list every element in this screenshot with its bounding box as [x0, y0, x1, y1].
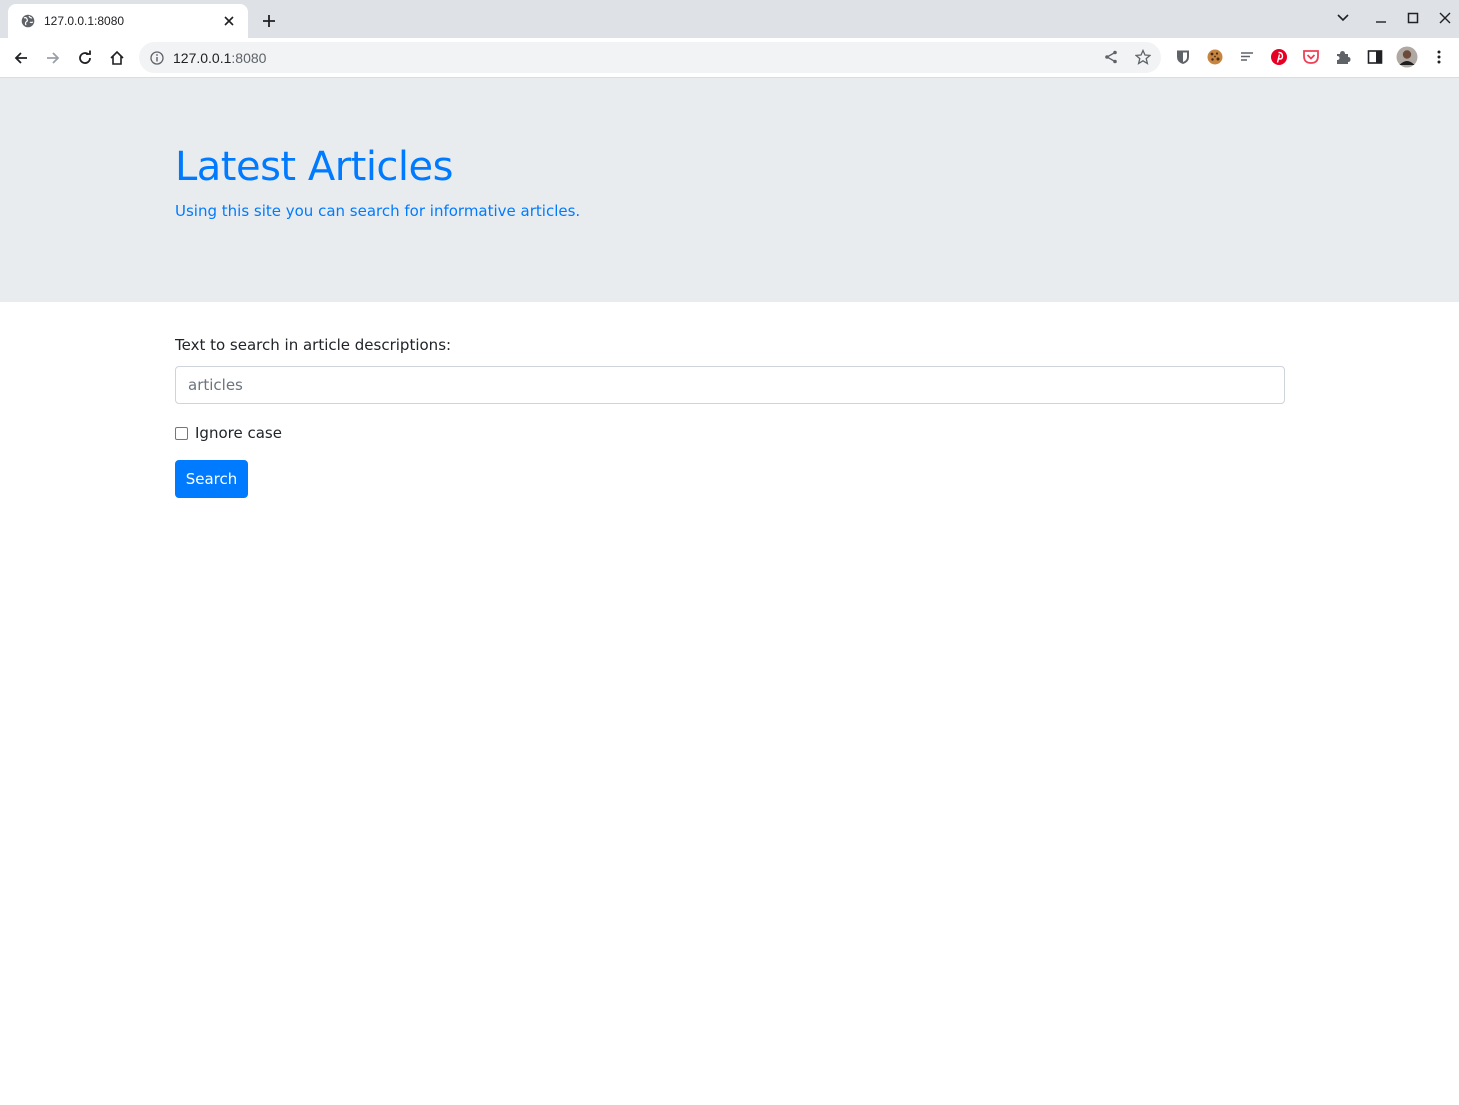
search-label: Text to search in article descriptions: — [175, 336, 452, 354]
side-panel-icon[interactable] — [1363, 45, 1387, 69]
minimize-icon[interactable] — [1369, 6, 1393, 30]
browser-toolbar: 127.0.0.1:8080 — [0, 38, 1459, 78]
pocket-icon[interactable] — [1299, 45, 1323, 69]
url-host: 127.0.0.1 — [173, 49, 232, 66]
page-subtitle: Using this site you can search for infor… — [175, 202, 581, 220]
bitwarden-icon[interactable] — [1171, 45, 1195, 69]
star-icon[interactable] — [1131, 45, 1155, 69]
url-text: 127.0.0.1:8080 — [173, 50, 266, 66]
globe-icon — [20, 13, 36, 29]
reader-icon[interactable] — [1235, 45, 1259, 69]
pinterest-icon[interactable] — [1267, 45, 1291, 69]
url-port: :8080 — [231, 49, 267, 66]
share-icon[interactable] — [1099, 45, 1123, 69]
search-form: Text to search in article descriptions: … — [175, 336, 1285, 498]
menu-icon[interactable] — [1427, 45, 1451, 69]
cookie-icon[interactable] — [1203, 45, 1227, 69]
close-icon[interactable] — [220, 12, 238, 30]
jumbotron: Latest Articles Using this site you can … — [0, 78, 1459, 302]
back-icon[interactable] — [7, 44, 35, 72]
window-close-icon[interactable] — [1433, 6, 1457, 30]
reload-icon[interactable] — [71, 44, 99, 72]
tab-title: 127.0.0.1:8080 — [44, 14, 125, 28]
forward-icon[interactable] — [39, 44, 67, 72]
plus-icon[interactable] — [258, 10, 280, 32]
page-title: Latest Articles — [175, 144, 454, 190]
ignore-case-checkbox[interactable] — [175, 426, 188, 440]
extensions-icon[interactable] — [1331, 45, 1355, 69]
avatar[interactable] — [1395, 45, 1419, 69]
search-button[interactable]: Search — [175, 460, 248, 498]
tab-strip: 127.0.0.1:8080 — [0, 0, 1459, 38]
address-bar[interactable]: 127.0.0.1:8080 — [139, 42, 1161, 73]
browser-tab[interactable]: 127.0.0.1:8080 — [8, 4, 248, 38]
maximize-icon[interactable] — [1401, 6, 1425, 30]
home-icon[interactable] — [103, 44, 131, 72]
search-input[interactable] — [175, 366, 1285, 404]
chevron-down-icon[interactable] — [1331, 6, 1355, 30]
ignore-case-option[interactable]: Ignore case — [175, 424, 282, 442]
ignore-case-label[interactable]: Ignore case — [195, 424, 282, 442]
info-icon[interactable] — [149, 50, 165, 66]
